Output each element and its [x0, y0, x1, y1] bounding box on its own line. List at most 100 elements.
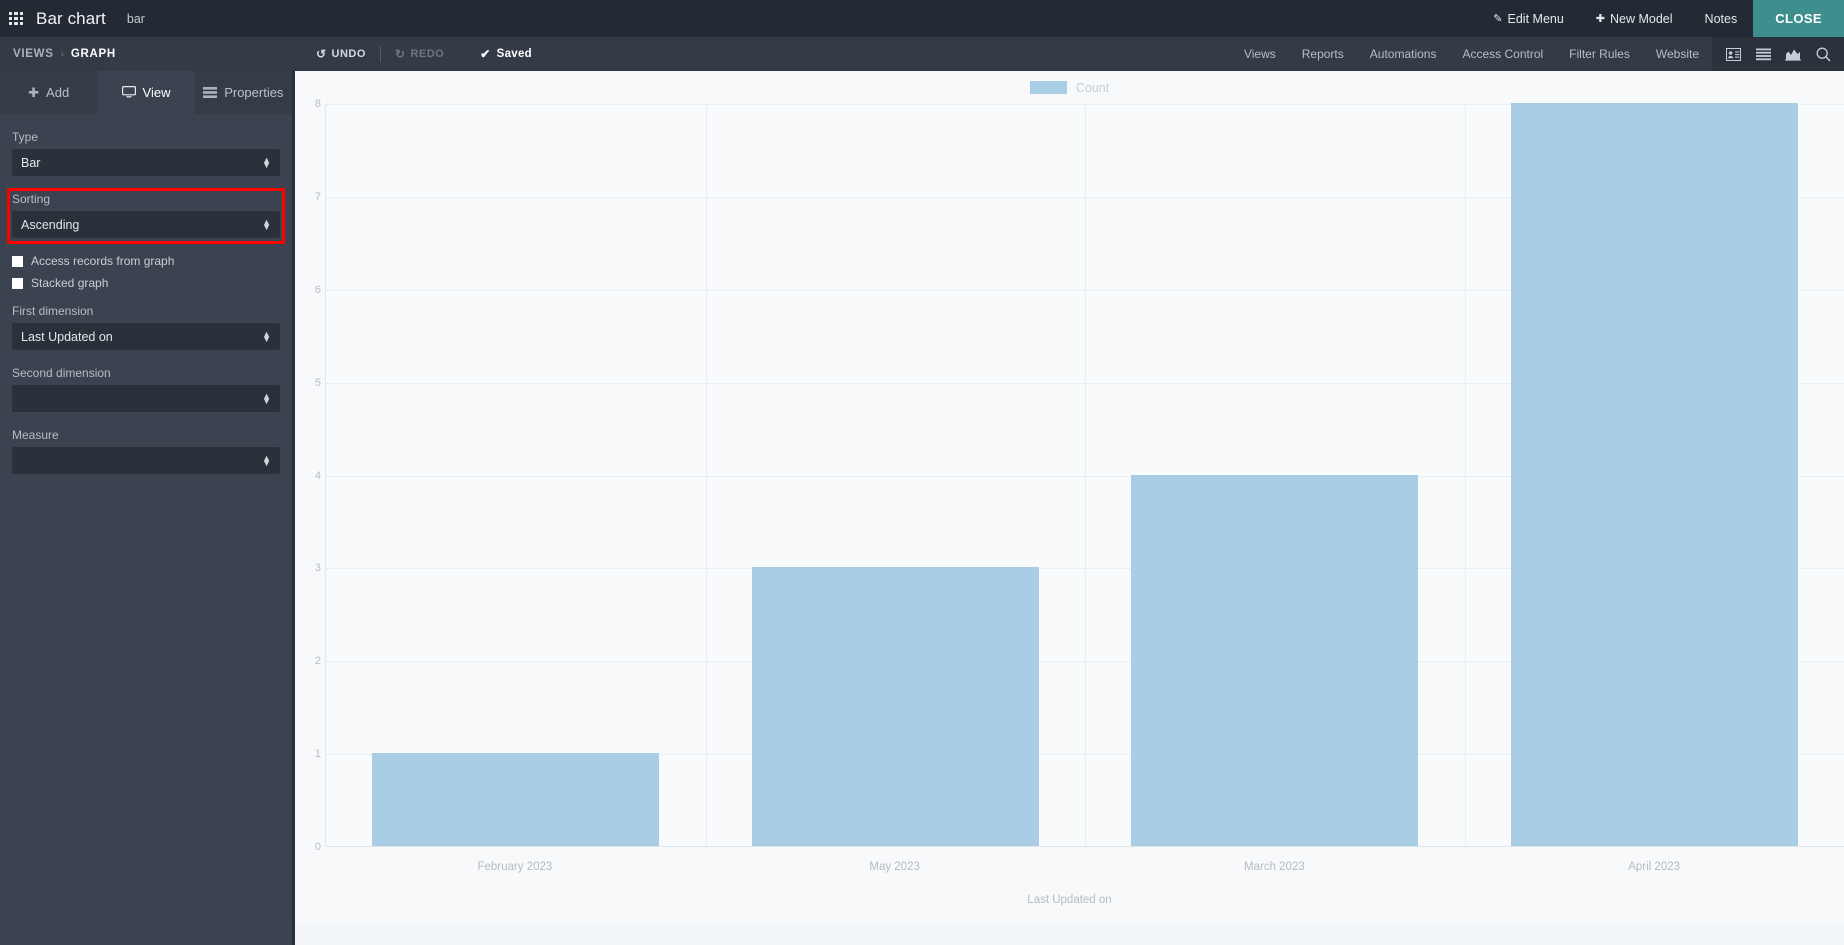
- chart-bar[interactable]: [1510, 103, 1798, 846]
- toolbar-right: Views Reports Automations Access Control…: [1231, 37, 1844, 71]
- type-label: Type: [12, 130, 39, 144]
- page-title: Bar chart: [36, 8, 106, 28]
- left-panel: ✚ Add View Properties Type Bar ▲ ▼ Sorti…: [0, 71, 295, 945]
- type-value: Bar: [21, 155, 41, 170]
- breadcrumb-views[interactable]: VIEWS: [10, 48, 57, 60]
- gridline-vertical: [705, 104, 707, 846]
- contact-card-icon[interactable]: [1718, 37, 1748, 71]
- pencil-icon: ✎: [1493, 13, 1503, 25]
- plot-area: 0 1 2 3 4 5 6 7 8 February 2023 May 2023 March 202…: [295, 98, 1844, 906]
- x-axis-labels: February 2023 May 2023 March 2023 April 202…: [325, 847, 1844, 887]
- x-axis-tick-label: February 2023: [477, 861, 553, 873]
- top-header-bar: Bar chart bar ✎ Edit Menu ✚ New Model No…: [0, 0, 1844, 37]
- sorting-select[interactable]: Ascending ▲ ▼: [12, 211, 280, 238]
- plot-canvas: [325, 103, 1844, 847]
- access-records-checkbox[interactable]: [12, 255, 23, 267]
- first-dimension-value: Last Updated on: [21, 329, 113, 344]
- chevron-updown-icon: ▲ ▼: [262, 216, 271, 232]
- y-axis-tick: 3: [314, 562, 321, 575]
- field-type: Type Bar ▲ ▼: [12, 130, 280, 176]
- new-model-button[interactable]: ✚ New Model: [1580, 0, 1689, 37]
- chart-view-icon[interactable]: [1778, 37, 1808, 71]
- history-controls: ↺ UNDO ↻ REDO ✔ Saved: [310, 46, 532, 62]
- nav-access-control[interactable]: Access Control: [1449, 37, 1556, 71]
- field-first-dimension: First dimension Last Updated on ▲ ▼: [12, 304, 280, 350]
- breadcrumb: VIEWS › GRAPH: [10, 48, 119, 60]
- nav-filter-rules[interactable]: Filter Rules: [1556, 37, 1643, 71]
- checkbox-group: Access records from graph Stacked graph: [12, 254, 280, 290]
- x-axis-tick-label: March 2023: [1244, 861, 1305, 873]
- sorting-value: Ascending: [21, 217, 80, 232]
- page-subtitle: bar: [126, 11, 145, 26]
- breadcrumb-separator: ›: [60, 48, 64, 60]
- notes-label: Notes: [1704, 11, 1738, 26]
- nav-views[interactable]: Views: [1231, 37, 1289, 71]
- first-dimension-select[interactable]: Last Updated on ▲ ▼: [12, 323, 280, 350]
- bottom-strip: [295, 926, 1844, 945]
- y-axis-tick: 5: [314, 376, 321, 389]
- search-icon[interactable]: [1808, 37, 1838, 71]
- undo-button[interactable]: ↺ UNDO: [310, 47, 372, 61]
- field-measure: Measure ▲ ▼: [12, 428, 280, 474]
- chevron-updown-icon: ▲ ▼: [262, 390, 271, 406]
- top-header-actions: ✎ Edit Menu ✚ New Model Notes CLOSE: [1477, 0, 1844, 37]
- chevron-updown-icon: ▲ ▼: [262, 452, 271, 468]
- y-axis-tick: 1: [314, 748, 321, 761]
- nav-reports[interactable]: Reports: [1289, 37, 1357, 71]
- edit-menu-button[interactable]: ✎ Edit Menu: [1477, 0, 1580, 37]
- second-dimension-select[interactable]: ▲ ▼: [12, 385, 280, 412]
- y-axis: 0 1 2 3 4 5 6 7 8: [295, 98, 325, 904]
- chart-bar[interactable]: [372, 753, 659, 846]
- checkbox-access-records-row[interactable]: Access records from graph: [12, 254, 280, 268]
- first-dimension-label: First dimension: [12, 304, 94, 318]
- plus-icon: ✚: [28, 84, 40, 100]
- saved-status[interactable]: ✔ Saved: [480, 47, 532, 61]
- measure-label: Measure: [12, 428, 59, 442]
- chart-bar[interactable]: [1131, 474, 1418, 846]
- tab-properties-label: Properties: [224, 85, 284, 100]
- checkbox-stacked-graph-row[interactable]: Stacked graph: [12, 276, 280, 290]
- tab-add-label: Add: [46, 85, 70, 100]
- chart-legend: Count: [295, 71, 1844, 104]
- main-body: ✚ Add View Properties Type Bar ▲ ▼ Sorti…: [0, 71, 1844, 945]
- tab-view[interactable]: View: [97, 71, 195, 114]
- notes-button[interactable]: Notes: [1689, 0, 1754, 37]
- y-axis-tick: 8: [314, 98, 321, 110]
- stacked-graph-checkbox[interactable]: [12, 277, 23, 289]
- sorting-label: Sorting: [12, 192, 51, 206]
- redo-button[interactable]: ↻ REDO: [389, 47, 450, 61]
- tab-properties[interactable]: Properties: [195, 71, 292, 114]
- saved-label: Saved: [496, 48, 532, 60]
- breadcrumb-graph[interactable]: GRAPH: [68, 48, 119, 60]
- panel-tabs: ✚ Add View Properties: [0, 71, 292, 114]
- tab-add[interactable]: ✚ Add: [0, 71, 97, 114]
- y-axis-tick: 2: [314, 655, 321, 668]
- type-select[interactable]: Bar ▲ ▼: [12, 149, 280, 176]
- monitor-icon: [121, 85, 136, 100]
- nav-automations[interactable]: Automations: [1357, 37, 1450, 71]
- legend-label-count[interactable]: Count: [1076, 81, 1109, 95]
- properties-icon: [203, 85, 218, 100]
- y-axis-tick: 4: [314, 469, 321, 482]
- chart-bar[interactable]: [751, 567, 1039, 846]
- list-view-icon[interactable]: [1748, 37, 1778, 71]
- y-axis-tick: 0: [314, 841, 321, 853]
- measure-select[interactable]: ▲ ▼: [12, 447, 280, 474]
- check-icon: ✔: [480, 47, 491, 61]
- chevron-updown-icon: ▲ ▼: [262, 328, 271, 344]
- access-records-label: Access records from graph: [31, 254, 175, 268]
- x-axis-tick-label: April 2023: [1628, 861, 1681, 873]
- undo-label: UNDO: [331, 48, 366, 60]
- apps-grid-icon[interactable]: [9, 11, 23, 26]
- tab-view-label: View: [142, 85, 171, 100]
- field-second-dimension: Second dimension ▲ ▼: [12, 366, 280, 412]
- y-axis-tick: 7: [314, 190, 321, 203]
- nav-website[interactable]: Website: [1643, 37, 1712, 71]
- edit-menu-label: Edit Menu: [1507, 11, 1564, 26]
- view-mode-icons: [1712, 37, 1844, 71]
- gridline-vertical: [1085, 104, 1086, 846]
- redo-icon: ↻: [394, 47, 406, 61]
- y-axis-tick: 6: [314, 283, 321, 296]
- close-button[interactable]: CLOSE: [1753, 0, 1844, 37]
- gridline-vertical: [1464, 104, 1466, 846]
